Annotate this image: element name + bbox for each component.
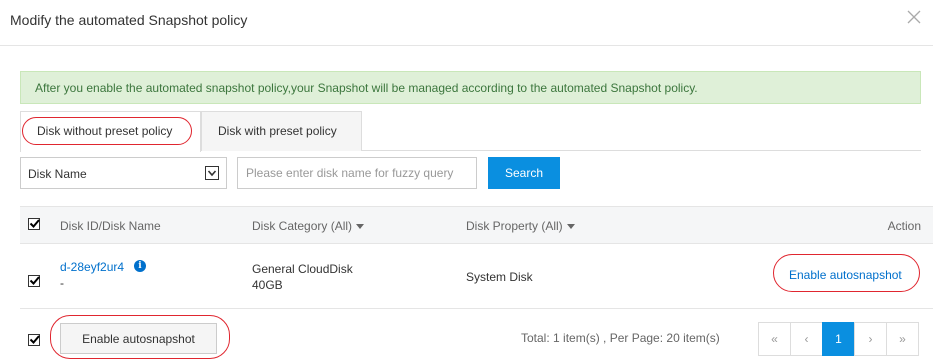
disk-category: General CloudDisk: [252, 262, 353, 276]
disk-name: -: [60, 276, 64, 290]
page-1-button[interactable]: 1: [822, 322, 855, 356]
last-page-button[interactable]: »: [886, 322, 919, 356]
disk-id-link[interactable]: d-28eyf2ur4: [60, 260, 124, 274]
pagination: « ‹ 1 › »: [758, 322, 919, 356]
column-header-disk-property-label: Disk Property (All): [466, 219, 563, 233]
checkmark-icon: [29, 276, 40, 285]
caret-down-icon: [356, 224, 365, 230]
dialog-title: Modify the automated Snapshot policy: [10, 12, 248, 28]
pagination-total: Total: 1 item(s) , Per Page: 20 item(s): [521, 331, 720, 345]
filter-field-value: Disk Name: [28, 167, 87, 181]
disk-property: System Disk: [466, 270, 533, 284]
prev-page-button[interactable]: ‹: [790, 322, 823, 356]
table-header: Disk ID/Disk Name Disk Category (All) Di…: [20, 206, 933, 244]
chevron-down-icon: [205, 166, 219, 180]
filter-field-select[interactable]: Disk Name: [20, 157, 227, 189]
next-page-button[interactable]: ›: [854, 322, 887, 356]
column-header-disk-property[interactable]: Disk Property (All): [466, 219, 575, 233]
dialog-header: Modify the automated Snapshot policy: [0, 0, 933, 46]
disk-size: 40GB: [252, 278, 283, 292]
enable-autosnapshot-link[interactable]: Enable autosnapshot: [789, 268, 902, 282]
enable-autosnapshot-button[interactable]: Enable autosnapshot: [60, 323, 217, 354]
info-icon[interactable]: i: [134, 260, 146, 272]
caret-down-icon: [566, 224, 575, 230]
tab-bar: Disk without preset policy Disk with pre…: [20, 111, 921, 152]
select-all-checkbox[interactable]: [28, 218, 40, 230]
table-row: d-28eyf2ur4 i - General CloudDisk 40GB S…: [20, 244, 933, 309]
column-header-disk-category[interactable]: Disk Category (All): [252, 219, 365, 233]
checkmark-icon: [29, 219, 40, 228]
tab-disk-without-preset-policy[interactable]: Disk without preset policy: [20, 111, 201, 152]
column-header-disk-category-label: Disk Category (All): [252, 219, 353, 233]
notice-banner: After you enable the automated snapshot …: [20, 71, 921, 104]
search-button[interactable]: Search: [488, 157, 560, 189]
column-header-disk-id: Disk ID/Disk Name: [60, 219, 161, 233]
search-input[interactable]: [237, 157, 477, 189]
row-checkbox[interactable]: [28, 275, 40, 287]
column-header-action: Action: [887, 219, 921, 233]
close-icon[interactable]: [903, 6, 925, 28]
footer-select-all-checkbox[interactable]: [28, 334, 40, 346]
tab-disk-with-preset-policy[interactable]: Disk with preset policy: [201, 111, 362, 151]
checkmark-icon: [29, 335, 40, 344]
first-page-button[interactable]: «: [758, 322, 791, 356]
